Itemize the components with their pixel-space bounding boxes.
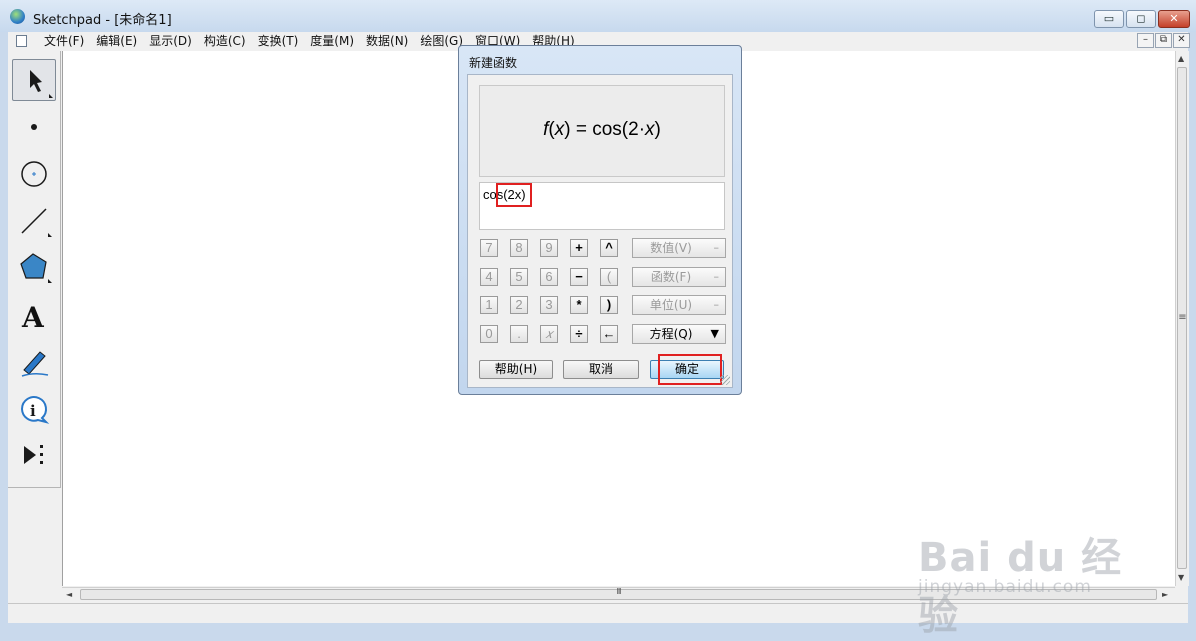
menu-display[interactable]: 显示(D) [143, 33, 198, 49]
scroll-left-arrow[interactable]: ◄ [66, 590, 72, 599]
highlight-box-input [496, 183, 532, 207]
text-tool-icon: A [21, 301, 45, 334]
minimize-button[interactable]: ▭ [1094, 10, 1124, 28]
close-button[interactable]: ✕ [1158, 10, 1190, 28]
arrow-tool[interactable] [12, 59, 56, 101]
dialog-title: 新建函数 [469, 56, 518, 70]
text-tool-glyph: A [21, 301, 45, 334]
unit-button-label: 单位(U) [649, 298, 693, 312]
key-plus[interactable]: + [570, 239, 588, 257]
polygon-tool-icon [20, 253, 52, 283]
watermark-url: jingyan.baidu.com [918, 577, 1092, 597]
scroll-right-arrow[interactable]: ► [1162, 590, 1168, 599]
function-button-label: 函数(F) [650, 270, 692, 284]
value-button[interactable]: 数值(V) – [632, 238, 726, 258]
custom-tool-icon [24, 445, 43, 464]
equation-dropdown[interactable]: 方程(Q) ▼ [632, 324, 726, 344]
value-button-label: 数值(V) [650, 241, 692, 255]
key-4[interactable]: 4 [480, 268, 498, 286]
key-9[interactable]: 9 [540, 239, 558, 257]
key-minus[interactable]: − [570, 268, 588, 286]
key-multiply[interactable]: * [570, 296, 588, 314]
key-8[interactable]: 8 [510, 239, 528, 257]
key-divide[interactable]: ÷ [570, 325, 588, 343]
function-input[interactable]: cos(2x) [479, 182, 725, 230]
information-tool-glyph: i [30, 402, 36, 420]
menu-data[interactable]: 数据(N) [360, 33, 414, 49]
menu-measure[interactable]: 度量(M) [304, 33, 360, 49]
marker-tool[interactable] [12, 340, 56, 382]
unit-button-marker: – [713, 298, 720, 311]
chevron-down-icon: ▼ [710, 327, 719, 340]
key-open-paren[interactable]: ( [600, 268, 618, 286]
information-tool-icon: i [20, 396, 50, 424]
polygon-tool[interactable] [12, 245, 56, 287]
key-6[interactable]: 6 [540, 268, 558, 286]
scroll-up-arrow[interactable]: ▲ [1178, 54, 1184, 63]
marker-tool-icon [21, 351, 49, 377]
function-button[interactable]: 函数(F) – [632, 267, 726, 287]
doc-restore-button[interactable]: ⧉ [1155, 33, 1172, 48]
key-backspace[interactable]: ← [600, 325, 618, 343]
vertical-grip: ≡ [1178, 312, 1187, 323]
baidu-jingyan-watermark: Bai du 经验 jingyan.baidu.com [918, 505, 1138, 639]
window-title: Sketchpad - [未命名1] [33, 13, 172, 28]
value-button-marker: – [713, 241, 720, 254]
resize-grip[interactable] [720, 375, 730, 385]
information-tool[interactable]: i [12, 387, 56, 429]
sketchpad-app-icon [10, 9, 25, 24]
doc-close-button[interactable]: ✕ [1173, 33, 1190, 48]
key-5[interactable]: 5 [510, 268, 528, 286]
expression-preview: f(x) = cos(2·x) [479, 85, 725, 177]
straightedge-tool-icon [21, 208, 52, 237]
arrow-tool-icon [30, 70, 53, 98]
maximize-button[interactable]: ◻ [1126, 10, 1156, 28]
straightedge-tool[interactable] [12, 199, 56, 241]
cancel-button[interactable]: 取消 [563, 360, 639, 379]
dialog-body: f(x) = cos(2·x) cos(2x) 7 8 9 + ^ 4 5 6 … [467, 74, 733, 388]
custom-tool[interactable] [12, 434, 56, 476]
menu-construct[interactable]: 构造(C) [198, 33, 252, 49]
doc-minimize-button[interactable]: – [1137, 33, 1154, 48]
vertical-scrollbar[interactable]: ▲ ≡ ▼ [1175, 51, 1189, 586]
key-3[interactable]: 3 [540, 296, 558, 314]
point-tool[interactable] [12, 106, 56, 148]
compass-tool-icon [21, 161, 47, 187]
key-decimal[interactable]: . [510, 325, 528, 343]
key-variable-x[interactable]: 𝑥 [540, 325, 558, 343]
highlight-box-ok [658, 354, 722, 385]
unit-button[interactable]: 单位(U) – [632, 295, 726, 315]
key-power[interactable]: ^ [600, 239, 618, 257]
expression-preview-text: f(x) = cos(2·x) [543, 119, 661, 140]
new-function-dialog: 新建函数 f(x) = cos(2·x) cos(2x) 7 8 9 + ^ 4… [458, 45, 742, 395]
help-button[interactable]: 帮助(H) [479, 360, 553, 379]
equation-dropdown-label: 方程(Q) [649, 327, 693, 341]
toolbox: A i [8, 51, 61, 488]
key-close-paren[interactable]: ) [600, 296, 618, 314]
point-tool-icon [31, 124, 37, 130]
key-0[interactable]: 0 [480, 325, 498, 343]
function-button-marker: – [713, 270, 720, 283]
vertical-scroll-thumb[interactable]: ≡ [1177, 67, 1187, 569]
key-2[interactable]: 2 [510, 296, 528, 314]
document-icon[interactable] [16, 35, 27, 47]
compass-tool[interactable] [12, 152, 56, 194]
menu-file[interactable]: 文件(F) [38, 33, 90, 49]
title-bar: Sketchpad - [未命名1] ▭ ◻ ✕ [0, 0, 1196, 32]
menu-transform[interactable]: 变换(T) [252, 33, 305, 49]
scroll-down-arrow[interactable]: ▼ [1178, 573, 1184, 582]
menu-edit[interactable]: 编辑(E) [90, 33, 143, 49]
key-7[interactable]: 7 [480, 239, 498, 257]
key-1[interactable]: 1 [480, 296, 498, 314]
text-tool[interactable]: A [12, 294, 56, 336]
